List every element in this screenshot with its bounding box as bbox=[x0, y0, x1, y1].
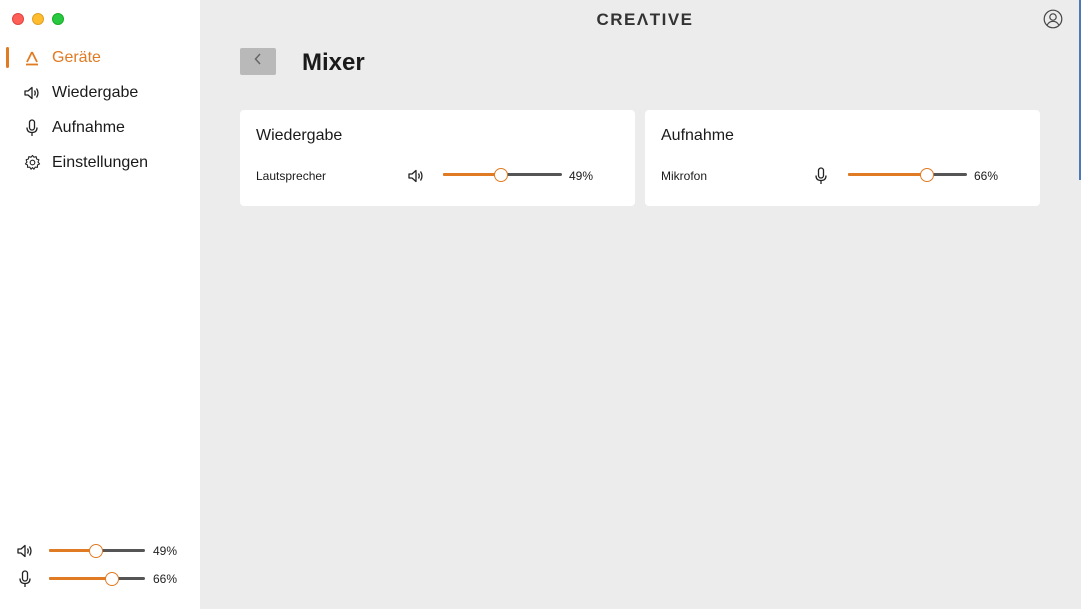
brand-logo: CREΛTIVE bbox=[596, 10, 694, 29]
microphone-icon[interactable] bbox=[16, 570, 34, 588]
devices-icon bbox=[22, 48, 42, 68]
minimize-window-button[interactable] bbox=[32, 13, 44, 25]
slider-thumb[interactable] bbox=[89, 544, 104, 558]
microphone-volume-value: 66% bbox=[974, 169, 999, 183]
device-label: Mikrofon bbox=[661, 169, 708, 183]
speaker-icon[interactable] bbox=[406, 166, 426, 186]
slider-thumb[interactable] bbox=[494, 168, 509, 182]
speaker-volume-slider[interactable] bbox=[443, 168, 562, 182]
speaker-icon bbox=[22, 83, 42, 103]
speaker-icon[interactable] bbox=[16, 542, 34, 560]
page-title: Mixer bbox=[302, 49, 365, 76]
maximize-window-button[interactable] bbox=[52, 13, 64, 25]
back-button[interactable] bbox=[240, 48, 276, 75]
mini-mic-value: 66% bbox=[153, 572, 178, 586]
mini-mic-control: 66% bbox=[16, 569, 186, 589]
sidebar-nav: Geräte Wiedergabe Aufnahme Einstellungen bbox=[0, 40, 200, 180]
sidebar-item-einstellungen[interactable]: Einstellungen bbox=[0, 145, 200, 180]
sidebar-item-aufnahme[interactable]: Aufnahme bbox=[0, 110, 200, 145]
slider-fill bbox=[848, 173, 927, 176]
mini-volume-control: 49% bbox=[16, 541, 186, 561]
playback-card: Wiedergabe Lautsprecher 49% bbox=[240, 110, 635, 206]
sidebar-item-label: Einstellungen bbox=[52, 153, 149, 171]
chevron-left-icon bbox=[253, 52, 263, 71]
sidebar-item-geraete[interactable]: Geräte bbox=[0, 40, 200, 75]
slider-fill bbox=[443, 173, 502, 176]
microphone-icon bbox=[22, 118, 42, 138]
main-panel: CREΛTIVE Mixer Wiedergabe Lautsprecher 4… bbox=[200, 0, 1081, 609]
window-controls bbox=[12, 13, 64, 25]
sidebar-item-label: Aufnahme bbox=[52, 118, 125, 136]
sidebar-item-label: Geräte bbox=[52, 48, 101, 66]
sidebar: Geräte Wiedergabe Aufnahme Einstellungen bbox=[0, 0, 200, 609]
close-window-button[interactable] bbox=[12, 13, 24, 25]
account-icon[interactable] bbox=[1043, 9, 1063, 29]
sidebar-item-wiedergabe[interactable]: Wiedergabe bbox=[0, 75, 200, 110]
slider-thumb[interactable] bbox=[105, 572, 120, 586]
gear-icon bbox=[22, 153, 42, 173]
microphone-icon[interactable] bbox=[811, 166, 831, 186]
slider-thumb[interactable] bbox=[919, 168, 934, 182]
mini-volume-value: 49% bbox=[153, 544, 178, 558]
speaker-volume-value: 49% bbox=[569, 169, 594, 183]
mini-mic-slider[interactable] bbox=[49, 572, 145, 586]
recording-card: Aufnahme Mikrofon 66% bbox=[645, 110, 1040, 206]
card-title: Aufnahme bbox=[661, 127, 734, 144]
slider-fill bbox=[49, 577, 113, 580]
device-label: Lautsprecher bbox=[256, 169, 327, 183]
mini-volume-slider[interactable] bbox=[49, 544, 145, 558]
app-window: Geräte Wiedergabe Aufnahme Einstellungen bbox=[0, 0, 1081, 609]
microphone-volume-slider[interactable] bbox=[848, 168, 967, 182]
card-title: Wiedergabe bbox=[256, 127, 343, 144]
sidebar-item-label: Wiedergabe bbox=[52, 83, 139, 101]
